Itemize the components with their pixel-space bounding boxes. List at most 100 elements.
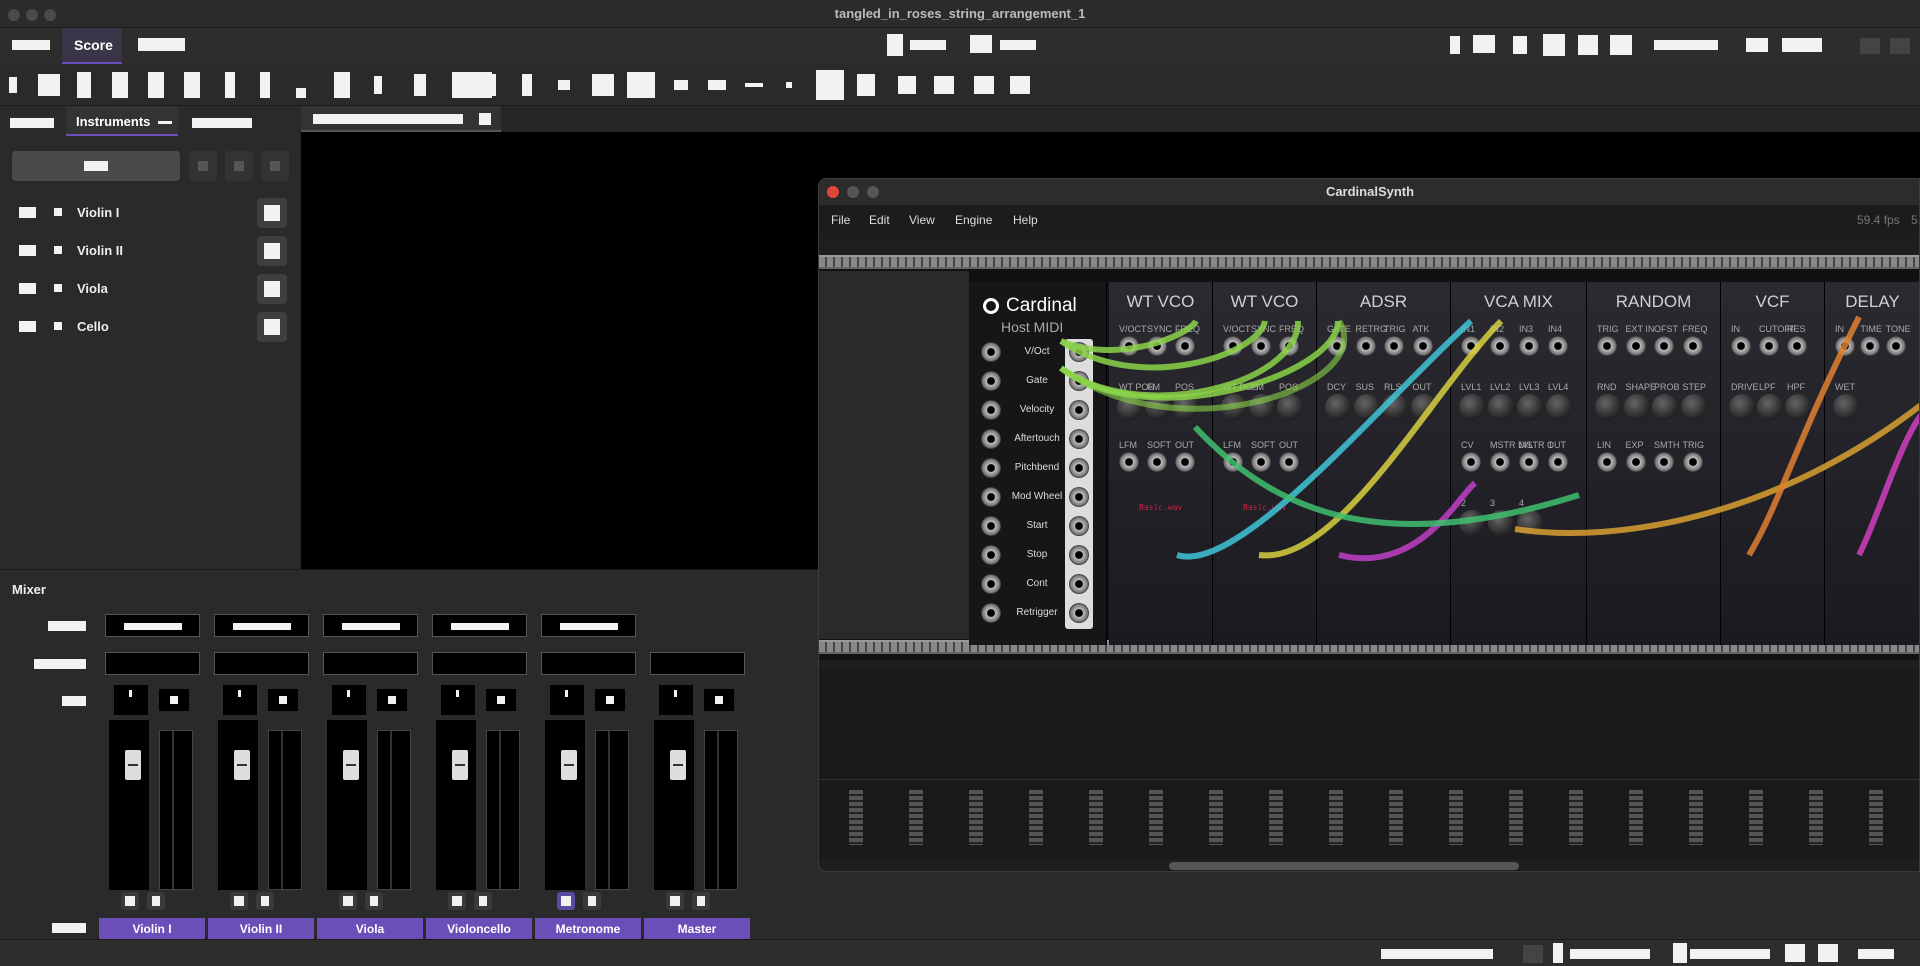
menu-edit[interactable]: Edit: [869, 213, 890, 227]
channel-name[interactable]: Master: [644, 918, 750, 940]
tool-icon[interactable]: [674, 80, 688, 90]
zoom-window-icon[interactable]: [867, 186, 879, 198]
channel-sound-box[interactable]: [432, 614, 527, 637]
tab-menu-icon[interactable]: [158, 121, 172, 124]
tool-icon[interactable]: [558, 80, 570, 90]
toolbar-label[interactable]: [1000, 40, 1036, 50]
tool-icon[interactable]: [627, 72, 655, 98]
visibility-dot[interactable]: [54, 284, 62, 292]
eye-icon[interactable]: [257, 236, 287, 266]
score-tab[interactable]: Score: [74, 37, 113, 53]
expand-icon[interactable]: [19, 321, 36, 332]
zoom-out-icon[interactable]: [1785, 944, 1805, 962]
close-tab-icon[interactable]: [479, 113, 491, 125]
tool-icon[interactable]: [452, 72, 492, 98]
rack-empty-area[interactable]: [819, 669, 1919, 779]
channel-sound-box[interactable]: [541, 614, 636, 637]
mute-button[interactable]: [595, 689, 625, 711]
tool-icon[interactable]: [974, 76, 994, 94]
mute-button[interactable]: [486, 689, 516, 711]
view-mode[interactable]: [1570, 949, 1650, 959]
pan-knob[interactable]: [441, 685, 475, 715]
mute-toggle[interactable]: [256, 892, 274, 910]
patch-cables[interactable]: [819, 255, 1920, 660]
volume-fader[interactable]: [109, 720, 149, 890]
tempo-display[interactable]: [1782, 38, 1822, 52]
tool-icon[interactable]: [112, 72, 128, 98]
module-rack[interactable]: Cardinal Host MIDI V/Oct Gate Velocity Afte…: [819, 255, 1920, 660]
tool-icon[interactable]: [225, 72, 235, 98]
channel-sound-box[interactable]: [214, 614, 309, 637]
channel-audio-fx-box[interactable]: [214, 652, 309, 675]
tool-icon[interactable]: [522, 74, 532, 96]
channel-name[interactable]: Violoncello: [426, 918, 532, 940]
solo-button[interactable]: [121, 892, 139, 910]
remove-button[interactable]: [261, 151, 289, 181]
mute-button[interactable]: [159, 689, 189, 711]
fader-handle[interactable]: [125, 750, 141, 780]
mute-toggle[interactable]: [365, 892, 383, 910]
tool-icon[interactable]: [934, 76, 954, 94]
add-instrument-button[interactable]: [12, 151, 180, 181]
volume-fader[interactable]: [545, 720, 585, 890]
mute-toggle[interactable]: [147, 892, 165, 910]
visibility-dot[interactable]: [54, 246, 62, 254]
channel-audio-fx-box[interactable]: [541, 652, 636, 675]
channel-audio-fx-box[interactable]: [650, 652, 745, 675]
volume-fader[interactable]: [218, 720, 258, 890]
fader-handle[interactable]: [234, 750, 250, 780]
channel-name[interactable]: Viola: [317, 918, 423, 940]
pan-knob[interactable]: [659, 685, 693, 715]
score-tab-bg[interactable]: Score: [62, 28, 122, 64]
tool-icon[interactable]: [816, 70, 844, 100]
pan-knob[interactable]: [550, 685, 584, 715]
solo-button[interactable]: [666, 892, 684, 910]
volume-fader[interactable]: [327, 720, 367, 890]
menu-help[interactable]: Help: [1013, 213, 1038, 227]
publish-tab[interactable]: [138, 38, 185, 51]
channel-name[interactable]: Metronome: [535, 918, 641, 940]
zoom-in-icon[interactable]: [1818, 944, 1838, 962]
tool-icon[interactable]: [745, 83, 763, 87]
tool-icon[interactable]: [374, 76, 382, 94]
tool-icon[interactable]: [414, 74, 426, 96]
mute-button[interactable]: [377, 689, 407, 711]
channel-audio-fx-box[interactable]: [323, 652, 418, 675]
volume-fader[interactable]: [436, 720, 476, 890]
pan-knob[interactable]: [223, 685, 257, 715]
tool-icon[interactable]: [708, 80, 726, 90]
eye-icon[interactable]: [257, 274, 287, 304]
expand-icon[interactable]: [19, 245, 36, 256]
zoom-icon[interactable]: [1673, 943, 1687, 963]
move-up-button[interactable]: [189, 151, 217, 181]
visibility-dot[interactable]: [54, 208, 62, 216]
tool-icon[interactable]: [148, 72, 164, 98]
toolbar-icon[interactable]: [970, 35, 992, 53]
fader-handle[interactable]: [670, 750, 686, 780]
settings-icon[interactable]: [1860, 38, 1880, 54]
instrument-row[interactable]: Viola: [0, 270, 300, 308]
playback-icon[interactable]: [1610, 35, 1632, 55]
toolbar-label[interactable]: [910, 40, 946, 50]
channel-sound-box[interactable]: [323, 614, 418, 637]
visibility-dot[interactable]: [54, 322, 62, 330]
instrument-row[interactable]: Violin I: [0, 194, 300, 232]
tab-instruments[interactable]: Instruments: [66, 106, 178, 136]
home-tab[interactable]: [12, 40, 50, 50]
tool-icon[interactable]: [38, 74, 60, 96]
expand-icon[interactable]: [19, 283, 36, 294]
tool-icon[interactable]: [260, 72, 270, 98]
toolbar-icon[interactable]: [887, 34, 903, 56]
menu-engine[interactable]: Engine: [955, 213, 992, 227]
mute-toggle[interactable]: [692, 892, 710, 910]
tool-icon[interactable]: [592, 74, 614, 96]
solo-button[interactable]: [557, 892, 575, 910]
pan-knob[interactable]: [332, 685, 366, 715]
mute-toggle[interactable]: [583, 892, 601, 910]
tempo-icon[interactable]: [1746, 38, 1768, 52]
menu-file[interactable]: File: [831, 213, 850, 227]
playback-icon[interactable]: [1543, 34, 1565, 56]
view-icon[interactable]: [1553, 943, 1563, 963]
instrument-row[interactable]: Cello: [0, 308, 300, 346]
zoom-value[interactable]: [1858, 949, 1894, 959]
